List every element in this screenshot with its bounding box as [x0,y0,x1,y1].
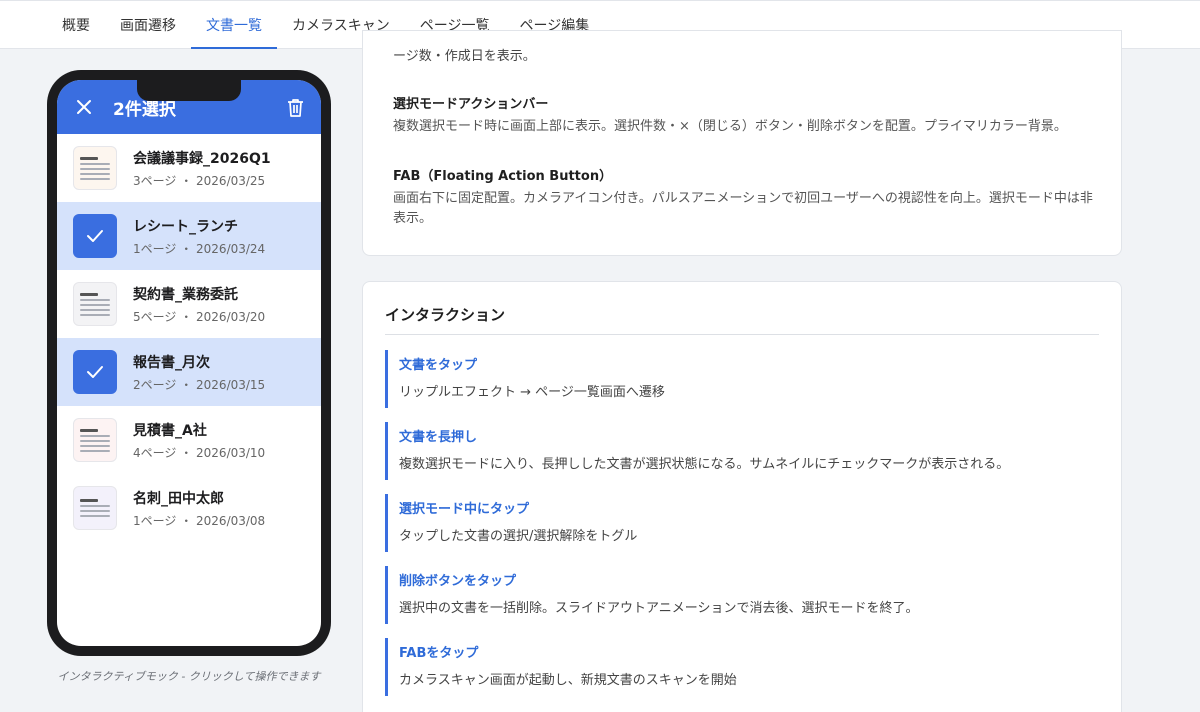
check-icon [73,214,117,258]
trash-icon[interactable] [285,96,305,118]
document-item[interactable]: 見積書_A社 4ページ ・ 2026/03/10 [57,406,321,474]
interaction-description: 選択中の文書を一括削除。スライドアウトアニメーションで消去後、選択モードを終了。 [399,601,919,616]
document-thumbnail [73,486,117,530]
document-item[interactable]: 会議議事録_2026Q1 3ページ ・ 2026/03/25 [57,134,321,202]
mock-caption: インタラクティブモック - クリックして操作できます [57,670,321,683]
tab-screen-flow[interactable]: 画面遷移 [105,1,191,48]
document-item[interactable]: レシート_ランチ 1ページ ・ 2026/03/24 [57,202,321,270]
document-name: 見積書_A社 [133,422,207,439]
phone-screen: 2件選択 会議議事録_2026Q1 3ページ ・ 2026/03/25 レシート… [57,80,321,646]
document-thumbnail [73,282,117,326]
document-meta: 3ページ ・ 2026/03/25 [133,173,266,188]
document-meta: 2ページ ・ 2026/03/15 [133,377,266,392]
document-name: 契約書_業務委託 [133,286,238,303]
component-title: 選択モードアクションバー [393,97,549,112]
interaction-title: 選択モード中にタップ [399,502,530,517]
interaction-item: 削除ボタンをタップ 選択中の文書を一括削除。スライドアウトアニメーションで消去後… [385,566,1085,624]
divider [385,334,1099,335]
interaction-title: 文書を長押し [399,430,478,445]
document-name: 会議議事録_2026Q1 [133,150,271,167]
document-info: レシート_ランチ 1ページ ・ 2026/03/24 [133,216,265,257]
document-name: 名刺_田中太郎 [133,490,224,507]
phone-notch [137,80,241,101]
interaction-description: タップした文書の選択/選択解除をトグル [399,529,638,544]
document-meta: 5ページ ・ 2026/03/20 [133,309,266,324]
component-description: 複数選択モード時に画面上部に表示。選択件数・×（閉じる）ボタン・削除ボタンを配置… [393,119,1067,134]
interaction-description: カメラスキャン画面が起動し、新規文書のスキャンを開始 [399,673,737,688]
tab-overview[interactable]: 概要 [47,1,105,48]
document-info: 見積書_A社 4ページ ・ 2026/03/10 [133,420,265,461]
document-meta: 4ページ ・ 2026/03/10 [133,445,266,460]
document-item[interactable]: 報告書_月次 2ページ ・ 2026/03/15 [57,338,321,406]
interaction-title: 文書をタップ [399,358,478,373]
document-name: レシート_ランチ [133,218,238,235]
tab-document-list[interactable]: 文書一覧 [191,1,277,49]
document-meta: 1ページ ・ 2026/03/08 [133,513,266,528]
truncated-text: ージ数・作成日を表示。 [393,49,536,64]
section-title: インタラクション [385,306,506,324]
component-title: FAB（Floating Action Button） [393,169,613,184]
interaction-title: FABをタップ [399,646,479,661]
document-thumbnail [73,418,117,462]
document-list: 会議議事録_2026Q1 3ページ ・ 2026/03/25 レシート_ランチ … [57,134,321,542]
document-thumbnail [73,146,117,190]
document-info: 会議議事録_2026Q1 3ページ ・ 2026/03/25 [133,148,271,189]
document-meta: 1ページ ・ 2026/03/24 [133,241,266,256]
check-icon [73,350,117,394]
document-info: 契約書_業務委託 5ページ ・ 2026/03/20 [133,284,265,325]
close-icon[interactable] [73,99,95,115]
document-item[interactable]: 契約書_業務委託 5ページ ・ 2026/03/20 [57,270,321,338]
phone-mock: 2件選択 会議議事録_2026Q1 3ページ ・ 2026/03/25 レシート… [47,70,331,656]
interaction-description: 複数選択モードに入り、長押しした文書が選択状態になる。サムネイルにチェックマーク… [399,457,1010,472]
interaction-item: FABをタップ カメラスキャン画面が起動し、新規文書のスキャンを開始 [385,638,1085,696]
interaction-item: 選択モード中にタップ タップした文書の選択/選択解除をトグル [385,494,1085,552]
interaction-item: 文書をタップ リップルエフェクト → ページ一覧画面へ遷移 [385,350,1085,408]
interactions-card: インタラクション 文書をタップ リップルエフェクト → ページ一覧画面へ遷移 文… [362,281,1122,712]
document-info: 報告書_月次 2ページ ・ 2026/03/15 [133,352,265,393]
document-info: 名刺_田中太郎 1ページ ・ 2026/03/08 [133,488,265,529]
interaction-title: 削除ボタンをタップ [399,574,517,589]
components-card: ージ数・作成日を表示。 選択モードアクションバー 複数選択モード時に画面上部に表… [362,30,1122,256]
document-item[interactable]: 名刺_田中太郎 1ページ ・ 2026/03/08 [57,474,321,542]
interaction-item: 文書を長押し 複数選択モードに入り、長押しした文書が選択状態になる。サムネイルに… [385,422,1085,480]
component-description: 画面右下に固定配置。カメラアイコン付き。パルスアニメーションで初回ユーザーへの視… [393,191,1093,226]
interaction-description: リップルエフェクト → ページ一覧画面へ遷移 [399,385,665,400]
document-name: 報告書_月次 [133,354,210,371]
